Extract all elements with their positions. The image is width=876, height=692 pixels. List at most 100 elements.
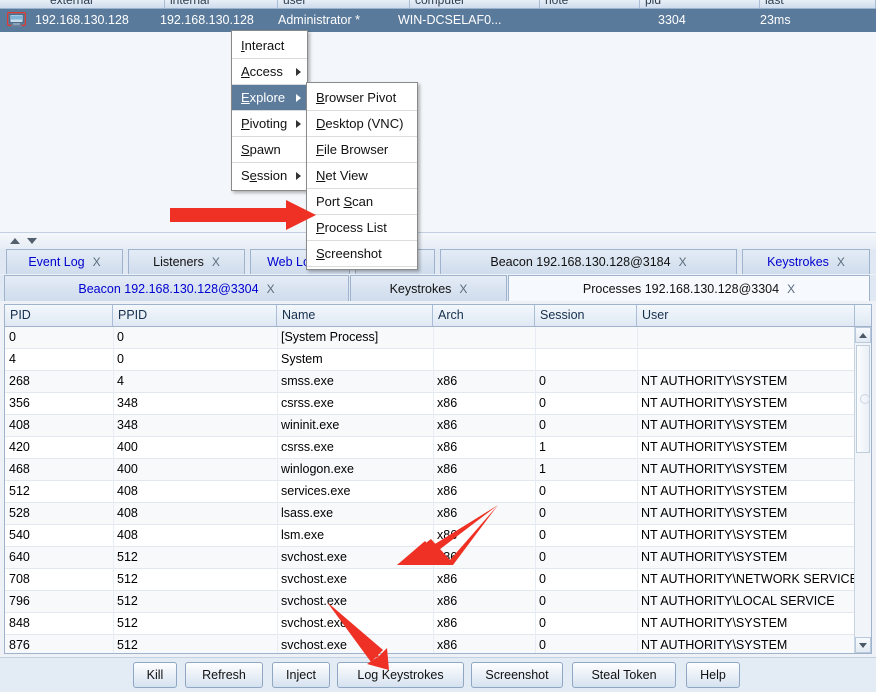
tab-processes-192-168-130-128-3304[interactable]: Processes 192.168.130.128@3304 X <box>508 275 870 301</box>
beacon-table: external internal user computer note pid last … <box>0 0 876 238</box>
menu-item-mnemonic: P <box>241 116 250 131</box>
menu-item-interact[interactable]: Interact <box>232 33 307 59</box>
submenu-item-mnemonic: D <box>316 116 326 131</box>
tab-close-icon[interactable]: X <box>837 255 845 269</box>
scrollbar-thumb[interactable] <box>856 345 870 453</box>
panel-splitter[interactable] <box>0 232 876 250</box>
menu-item-pivoting[interactable]: Pivoting <box>232 111 307 137</box>
column-divider <box>637 327 638 653</box>
beacon-column-header-external: external <box>45 0 165 8</box>
computer-icon <box>7 12 26 27</box>
process-cell-session: 0 <box>539 572 546 586</box>
process-cell-arch: x86 <box>437 506 458 520</box>
table-row[interactable]: 528 408 lsass.exe x86 0 NT AUTHORITY\SYSTEM <box>5 503 871 525</box>
menu-item-session[interactable]: Session <box>232 163 307 188</box>
scrollbar-grip-icon <box>860 394 870 404</box>
menu-item-mnemonic: A <box>241 64 250 79</box>
tab-close-icon[interactable]: X <box>679 255 687 269</box>
table-row[interactable]: 408 348 wininit.exe x86 0 NT AUTHORITY\SYSTEM <box>5 415 871 437</box>
tab-close-icon[interactable]: X <box>787 282 795 296</box>
tab-beacon-192-168-130-128-3304[interactable]: Beacon 192.168.130.128@3304 X <box>4 275 349 301</box>
table-row[interactable]: 356 348 csrss.exe x86 0 NT AUTHORITY\SYSTEM <box>5 393 871 415</box>
scroll-up-button[interactable] <box>855 327 871 343</box>
table-row[interactable]: 796 512 svchost.exe x86 0 NT AUTHORITY\LOCAL … <box>5 591 871 613</box>
table-row[interactable]: 640 512 svchost.exe x86 0 NT AUTHORITY\SYSTEM <box>5 547 871 569</box>
process-cell-session: 0 <box>539 484 546 498</box>
process-cell-user: NT AUTHORITY\SYSTEM <box>641 440 788 454</box>
table-row[interactable]: 420 400 csrss.exe x86 1 NT AUTHORITY\SYSTEM <box>5 437 871 459</box>
tab-close-icon[interactable]: X <box>212 255 220 269</box>
explore-submenu[interactable]: Browser Pivot Desktop (VNC) File Browser Ne… <box>306 82 418 270</box>
process-column-header-user[interactable]: User <box>637 305 855 326</box>
submenu-item-net-view[interactable]: Net View <box>307 163 417 189</box>
tab-keystrokes[interactable]: Keystrokes X <box>742 249 870 274</box>
process-cell-arch: x86 <box>437 594 458 608</box>
process-column-header-arch[interactable]: Arch <box>433 305 535 326</box>
tab-label: Beacon 192.168.130.128@3304 <box>78 281 259 296</box>
table-row[interactable]: 540 408 lsm.exe x86 0 NT AUTHORITY\SYSTEM <box>5 525 871 547</box>
button-log-keystrokes[interactable]: Log Keystrokes <box>337 662 464 688</box>
process-column-header-ppid[interactable]: PPID <box>113 305 277 326</box>
process-cell-ppid: 348 <box>117 418 138 432</box>
submenu-item-screenshot[interactable]: Screenshot <box>307 241 417 267</box>
menu-item-mnemonic: e <box>249 168 257 183</box>
column-divider <box>113 327 114 653</box>
tab-close-icon[interactable]: X <box>459 282 467 296</box>
process-cell-name: svchost.exe <box>281 638 348 652</box>
button-help[interactable]: Help <box>686 662 740 688</box>
submenu-item-desktop-vnc[interactable]: Desktop (VNC) <box>307 111 417 137</box>
vertical-scrollbar[interactable] <box>854 327 871 653</box>
button-screenshot[interactable]: Screenshot <box>471 662 563 688</box>
process-cell-session: 0 <box>539 616 546 630</box>
submenu-item-file-browser[interactable]: File Browser <box>307 137 417 163</box>
table-row[interactable]: 268 4 smss.exe x86 0 NT AUTHORITY\SYSTEM <box>5 371 871 393</box>
table-row[interactable]: 4 0 System <box>5 349 871 371</box>
submenu-item-process-list[interactable]: Process List <box>307 215 417 241</box>
tab-beacon-192-168-130-128-3184[interactable]: Beacon 192.168.130.128@3184 X <box>440 249 737 274</box>
scroll-down-button[interactable] <box>855 637 871 653</box>
splitter-collapse-up-icon[interactable] <box>10 238 20 244</box>
tab-label: Keystrokes <box>389 281 452 296</box>
submenu-item-port-scan[interactable]: Port Scan <box>307 189 417 215</box>
table-row[interactable]: 512 408 services.exe x86 0 NT AUTHORITY\SYSTE… <box>5 481 871 503</box>
submenu-item-browser-pivot[interactable]: Browser Pivot <box>307 85 417 111</box>
table-row[interactable]: 848 512 svchost.exe x86 0 NT AUTHORITY\SYSTEM <box>5 613 871 635</box>
process-cell-pid: 408 <box>9 418 30 432</box>
process-cell-ppid: 512 <box>117 572 138 586</box>
process-column-header-name[interactable]: Name <box>277 305 433 326</box>
beacon-table-row-selected[interactable]: 192.168.130.128 192.168.130.128 Administra… <box>0 9 876 32</box>
tab-event-log[interactable]: Event Log X <box>6 249 123 274</box>
process-cell-user: NT AUTHORITY\SYSTEM <box>641 484 788 498</box>
process-cell-user: NT AUTHORITY\SYSTEM <box>641 396 788 410</box>
button-steal-token[interactable]: Steal Token <box>572 662 676 688</box>
process-cell-pid: 540 <box>9 528 30 542</box>
menu-item-spawn[interactable]: Spawn <box>232 137 307 163</box>
process-cell-pid: 640 <box>9 550 30 564</box>
button-kill[interactable]: Kill <box>133 662 177 688</box>
process-cell-session: 0 <box>539 528 546 542</box>
process-column-header-session[interactable]: Session <box>535 305 637 326</box>
tab-label: Beacon 192.168.130.128@3184 <box>490 255 671 269</box>
process-cell-pid: 848 <box>9 616 30 630</box>
table-row[interactable]: 468 400 winlogon.exe x86 1 NT AUTHORITY\SYSTE… <box>5 459 871 481</box>
process-cell-session: 0 <box>539 550 546 564</box>
splitter-collapse-down-icon[interactable] <box>27 238 37 244</box>
tab-close-icon[interactable]: X <box>93 255 101 269</box>
menu-item-access[interactable]: Access <box>232 59 307 85</box>
table-row[interactable]: 0 0 [System Process] <box>5 327 871 349</box>
button-inject[interactable]: Inject <box>272 662 330 688</box>
button-refresh[interactable]: Refresh <box>185 662 263 688</box>
menu-item-explore[interactable]: Explore <box>232 85 307 111</box>
table-row[interactable]: 708 512 svchost.exe x86 0 NT AUTHORITY\NETWOR… <box>5 569 871 591</box>
process-table-body[interactable]: 0 0 [System Process] 4 0 System 268 4 smss.exe x8… <box>5 327 871 653</box>
process-cell-pid: 420 <box>9 440 30 454</box>
submenu-item-mnemonic: S <box>316 246 325 261</box>
tab-close-icon[interactable]: X <box>267 282 275 296</box>
process-column-header-pid[interactable]: PID <box>5 305 113 326</box>
tab-keystrokes[interactable]: Keystrokes X <box>350 275 507 301</box>
process-cell-arch: x86 <box>437 550 458 564</box>
beacon-cell-computer: WIN-DCSELAF0... <box>398 13 502 27</box>
table-row[interactable]: 876 512 svchost.exe x86 0 NT AUTHORITY\SYSTEM <box>5 635 871 653</box>
beacon-context-menu[interactable]: Interact Access Explore Pivoting Spawn Sessio… <box>231 30 308 191</box>
tab-listeners[interactable]: Listeners X <box>128 249 245 274</box>
